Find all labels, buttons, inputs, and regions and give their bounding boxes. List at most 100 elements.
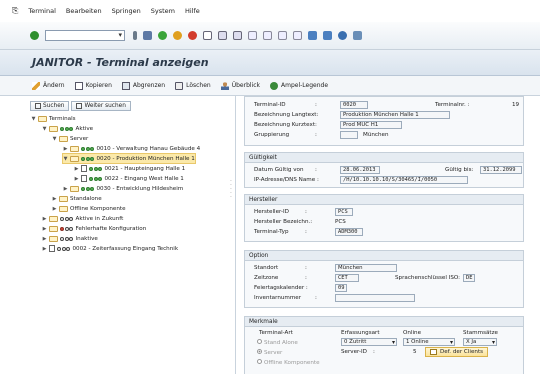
menu-springen[interactable]: Springen xyxy=(112,7,141,15)
status-green-icon xyxy=(81,156,95,161)
terminal-id-field[interactable]: 0020 xyxy=(340,101,368,109)
folder-open-icon xyxy=(49,125,58,132)
status-green-icon xyxy=(81,186,95,191)
collapse-arrow-icon[interactable]: ▶ xyxy=(42,236,47,242)
tree-node-fehlerhaft[interactable]: ▶ Fehlerhafte Konfiguration xyxy=(42,224,146,233)
collapse-arrow-icon[interactable]: ▶ xyxy=(42,246,47,252)
tree-node-server[interactable]: ▼ Server xyxy=(52,134,88,143)
tree-node-0002[interactable]: ▶ 0002 - Zeiterfassung Eingang Technik xyxy=(42,244,178,253)
inventory-number-field[interactable] xyxy=(335,294,415,302)
copy-button[interactable]: Kopieren xyxy=(74,81,112,90)
timezone-field[interactable]: CET xyxy=(335,274,359,282)
folder-open-icon xyxy=(70,155,79,162)
overview-button[interactable]: Überblick xyxy=(220,81,260,90)
tree-node-0010[interactable]: ▶ 0010 - Verwaltung Hanau Gebäude 4 xyxy=(63,144,200,153)
collapse-arrow-icon[interactable]: ▶ xyxy=(63,146,68,152)
location-field[interactable]: München xyxy=(335,264,397,272)
tree-node-0022[interactable]: ▶ 0022 - Eingang West Halle 1 xyxy=(74,174,184,183)
last-page-icon[interactable] xyxy=(293,31,302,40)
tree-node-standalone[interactable]: ▶ Standalone xyxy=(52,194,102,203)
tree-node-offline[interactable]: ▶ Offline Komponente xyxy=(52,204,126,213)
exit-icon[interactable] xyxy=(173,31,182,40)
command-field[interactable] xyxy=(45,30,125,41)
radio-server[interactable]: Server xyxy=(257,349,282,356)
status-neutral-icon xyxy=(60,236,74,241)
search-button[interactable]: Suchen xyxy=(30,101,70,111)
cancel-icon[interactable] xyxy=(188,31,197,40)
prev-page-icon[interactable] xyxy=(263,31,272,40)
document-icon xyxy=(81,165,87,172)
valid-to-field[interactable]: 31.12.2099 xyxy=(480,166,522,174)
back-icon[interactable] xyxy=(158,31,167,40)
tree-node-0021[interactable]: ▶ 0021 - Haupteingang Halle 1 xyxy=(74,164,185,173)
next-page-icon[interactable] xyxy=(278,31,287,40)
collapse-arrow-icon[interactable]: ▶ xyxy=(42,216,47,222)
menu-icon[interactable]: ⎘ xyxy=(12,6,18,16)
traffic-light-legend-button[interactable]: Ampel-Legende xyxy=(270,81,328,90)
delimit-button[interactable]: Abgrenzen xyxy=(121,81,165,90)
first-page-icon[interactable] xyxy=(248,31,257,40)
change-button[interactable]: Ändern xyxy=(32,81,65,90)
menu-terminal[interactable]: Terminal xyxy=(28,7,55,15)
holiday-calendar-field[interactable]: 09 xyxy=(335,284,347,292)
collapse-arrow-icon[interactable]: ▶ xyxy=(42,226,47,232)
expand-arrow-icon[interactable]: ▼ xyxy=(31,116,36,122)
collapse-arrow-icon[interactable]: ▶ xyxy=(74,176,79,182)
collapse-arrow-icon[interactable]: ▶ xyxy=(52,196,57,202)
menu-hilfe[interactable]: Hilfe xyxy=(185,7,200,15)
folder-open-icon xyxy=(59,135,68,142)
trash-icon xyxy=(175,81,184,90)
manufacturer-id-field[interactable]: PCS xyxy=(335,208,353,216)
valid-from-field[interactable]: 28.06.2013 xyxy=(340,166,380,174)
layout-icon[interactable] xyxy=(353,31,362,40)
collapse-arrow-icon[interactable]: ▶ xyxy=(52,206,57,212)
search-next-button[interactable]: Weiter suchen xyxy=(71,101,131,111)
panel-splitter[interactable]: · · · · · xyxy=(230,179,234,210)
back-arrow-icon[interactable] xyxy=(133,31,137,40)
tree-node-terminals[interactable]: ▼ Terminals xyxy=(31,114,76,123)
menu-system[interactable]: System xyxy=(151,7,175,15)
tree-node-aktive[interactable]: ▼ Aktive xyxy=(42,124,93,133)
expand-arrow-icon[interactable]: ▼ xyxy=(42,126,47,132)
langtext-field[interactable]: Produktion München Halle 1 xyxy=(340,111,450,119)
kurztext-field[interactable]: Prod MUC H1 xyxy=(340,121,402,129)
features-group: Merkmale Terminal-Art Erfassungsart Onli… xyxy=(244,316,524,374)
enter-icon[interactable] xyxy=(30,31,39,40)
ip-address-field[interactable]: /H/10.10.10.10/S/30465/I/0050 xyxy=(340,176,468,184)
capture-type-select[interactable]: 0 Zutritt xyxy=(341,338,397,346)
tree-node-0020[interactable]: ▼ 0020 - Produktion München Halle 1 xyxy=(62,153,196,164)
radio-offline[interactable]: Offline Komponente xyxy=(257,359,320,366)
document-icon xyxy=(81,175,87,182)
print-icon[interactable] xyxy=(203,31,212,40)
shortcut-icon[interactable] xyxy=(323,31,332,40)
terminalnr-value: 19 xyxy=(512,102,520,108)
delete-button[interactable]: Löschen xyxy=(175,81,211,90)
expand-arrow-icon[interactable]: ▼ xyxy=(63,156,68,162)
radio-standalone[interactable]: Stand Alone xyxy=(257,339,298,346)
collapse-arrow-icon[interactable]: ▶ xyxy=(63,186,68,192)
traffic-light-icon xyxy=(270,81,279,90)
terminal-type-field[interactable]: ADM300 xyxy=(335,228,363,236)
tree-node-0030[interactable]: ▶ 0030 - Entwicklung Hildesheim xyxy=(63,184,183,193)
page-title: JANITOR - Terminal anzeigen xyxy=(32,56,209,69)
new-session-icon[interactable] xyxy=(308,31,317,40)
online-select[interactable]: 1 Online xyxy=(403,338,455,346)
manufacturer-name: PCS xyxy=(335,219,346,225)
expand-arrow-icon[interactable]: ▼ xyxy=(52,136,57,142)
language-field[interactable]: DE xyxy=(463,274,475,282)
status-green-icon xyxy=(60,126,74,131)
master-records-select[interactable]: X Ja xyxy=(463,338,497,346)
gruppierung-code-field[interactable] xyxy=(340,131,358,139)
find-next-icon[interactable] xyxy=(233,31,242,40)
tree-node-inaktive[interactable]: ▶ Inaktive xyxy=(42,234,98,243)
search-next-icon xyxy=(76,103,83,109)
define-clients-icon xyxy=(430,349,437,355)
find-icon[interactable] xyxy=(218,31,227,40)
tree-node-zukunft[interactable]: ▶ Aktive in Zukunft xyxy=(42,214,123,223)
menu-bearbeiten[interactable]: Bearbeiten xyxy=(66,7,102,15)
save-icon[interactable] xyxy=(143,31,152,40)
collapse-arrow-icon[interactable]: ▶ xyxy=(74,166,79,172)
folder-icon xyxy=(49,235,58,242)
define-clients-button[interactable]: Def. der Clients xyxy=(425,347,489,357)
help-icon[interactable] xyxy=(338,31,347,40)
